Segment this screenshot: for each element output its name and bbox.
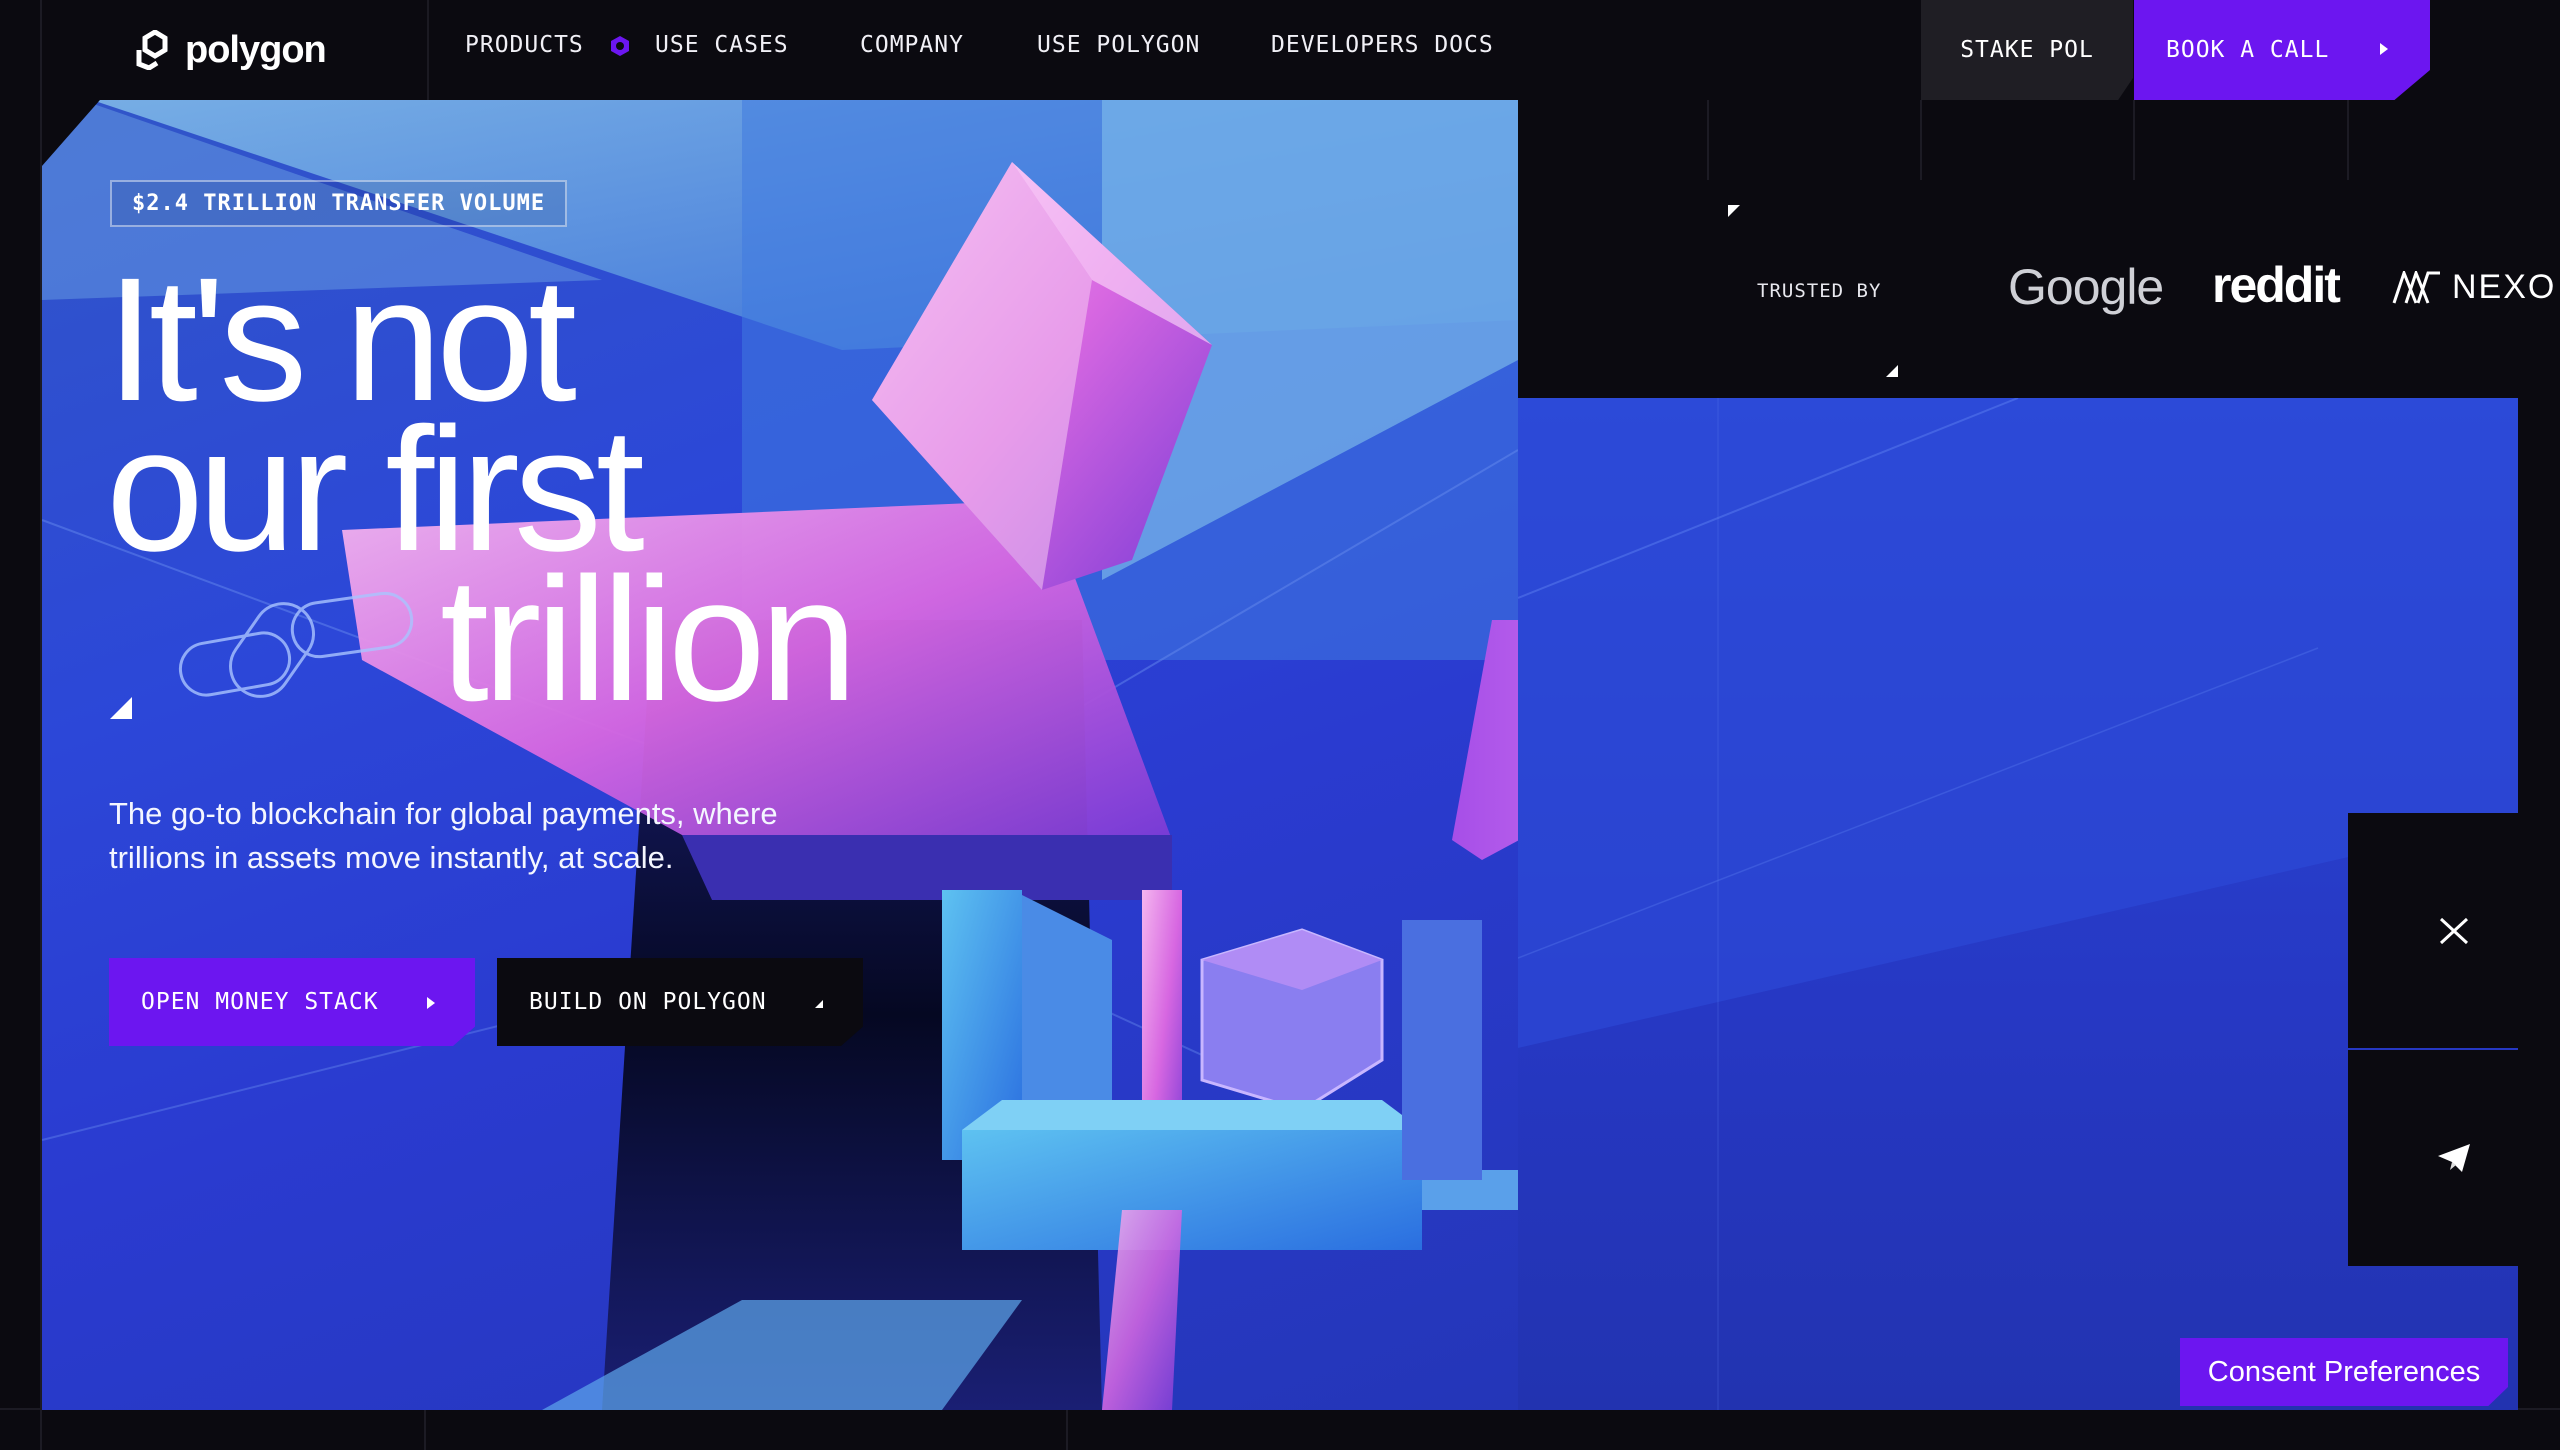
build-on-polygon-button[interactable]: BUILD ON POLYGON (497, 958, 863, 1046)
grid-line (1920, 100, 1922, 180)
nexo-mark-icon (2392, 270, 2440, 304)
top-nav: polygon PRODUCTS USE CASES COMPANY USE P… (40, 0, 1920, 100)
polygon-logo-icon (136, 30, 168, 70)
logo-text: polygon (185, 28, 327, 71)
trusted-by-label: TRUSTED BY (1757, 280, 1882, 302)
hero-section: $2.4 TRILLION TRANSFER VOLUME It's not o… (42, 100, 1518, 1410)
chain-link-icon (178, 591, 414, 698)
telegram-social-button[interactable] (2348, 1050, 2560, 1266)
nexo-logo: NEXO (2392, 268, 2556, 307)
telegram-icon (2438, 1144, 2470, 1172)
stake-pol-button[interactable]: STAKE POL (1921, 0, 2133, 100)
google-logo: Google (2008, 259, 2164, 315)
trusted-by-panel: TRUSTED BY Google reddit NEXO (1707, 180, 2560, 398)
hero-subtext: The go-to blockchain for global payments… (109, 796, 778, 875)
x-social-button[interactable] (2348, 813, 2560, 1048)
hexagon-icon (610, 35, 629, 56)
nav-item-use-cases[interactable]: USE CASES (655, 32, 789, 58)
nav-item-company[interactable]: COMPANY (860, 32, 964, 58)
grid-line (2133, 100, 2135, 180)
consent-preferences-button[interactable]: Consent Preferences (2180, 1338, 2508, 1406)
nexo-logo-text: NEXO (2452, 268, 2557, 306)
build-on-polygon-label: BUILD ON POLYGON (529, 989, 767, 1015)
x-icon (2439, 917, 2469, 944)
nav-item-use-polygon[interactable]: USE POLYGON (1037, 32, 1200, 58)
corner-triangle-icon (1886, 365, 1898, 377)
nav-item-developers-docs[interactable]: DEVELOPERS DOCS (1271, 32, 1494, 58)
grid-line (40, 0, 42, 1450)
nav-item-products[interactable]: PRODUCTS (465, 32, 631, 58)
grid-line (424, 1408, 426, 1450)
corner-triangle-icon (110, 697, 132, 719)
grid-line (1707, 100, 1709, 180)
open-money-stack-button[interactable]: OPEN MONEY STACK (109, 958, 475, 1046)
caret-right-icon (427, 997, 435, 1009)
nav-divider (427, 0, 429, 100)
book-a-call-button[interactable]: BOOK A CALL (2134, 0, 2430, 100)
polygon-logo[interactable]: polygon (135, 22, 327, 78)
nav-item-label: PRODUCTS (465, 32, 584, 58)
transfer-volume-badge: $2.4 TRILLION TRANSFER VOLUME (110, 180, 568, 227)
corner-triangle-icon (1728, 205, 1740, 217)
grid-line (2347, 100, 2349, 180)
reddit-logo: reddit (2212, 257, 2341, 313)
open-money-stack-label: OPEN MONEY STACK (141, 989, 379, 1015)
book-a-call-label: BOOK A CALL (2166, 37, 2330, 63)
caret-right-icon (2380, 43, 2388, 55)
grid-line (1066, 1408, 1068, 1450)
caret-down-icon (815, 1000, 823, 1008)
